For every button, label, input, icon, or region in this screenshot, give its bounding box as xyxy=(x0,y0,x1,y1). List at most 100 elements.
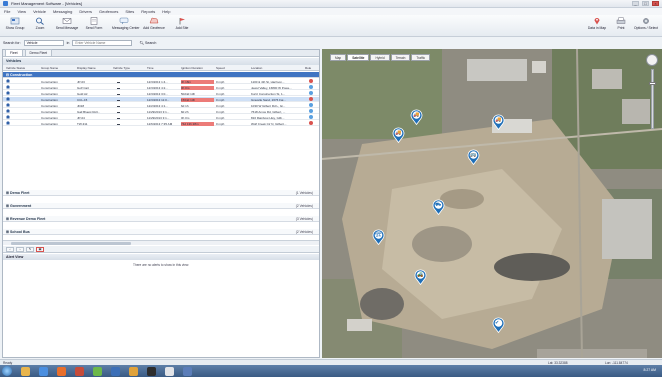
menu-reports[interactable]: Reports xyxy=(141,9,155,14)
table-row[interactable]: Construction JP-04 ▬ 11/29/2013 3:1... 0h 0m… xyxy=(3,115,319,120)
zoom-slider-knob[interactable] xyxy=(648,82,656,85)
close-button[interactable]: × xyxy=(652,1,659,6)
vehicle-marker-truck-icon[interactable]: 🚚 xyxy=(492,114,505,131)
edit-button[interactable]: ✎ xyxy=(26,246,34,252)
scrollbar-thumb[interactable] xyxy=(11,242,131,245)
group-school-bus[interactable]: ⊞ School Bus (2 Vehicles) xyxy=(3,229,319,235)
group-demo-fleet[interactable]: ⊞ Demo Fleet (1 Vehicles) xyxy=(3,190,319,196)
col-vehicle-type[interactable]: Vehicle Type xyxy=(113,66,130,70)
add-geofence-button[interactable]: Add Geofence xyxy=(142,17,166,35)
role-icon xyxy=(309,91,313,95)
menu-sites[interactable]: Sites xyxy=(125,9,134,14)
next-button[interactable]: › xyxy=(16,246,24,252)
zoom-slider[interactable] xyxy=(648,69,656,129)
maximize-button[interactable]: □ xyxy=(642,1,649,6)
cell-group: Construction xyxy=(41,91,58,96)
taskbar-ie-icon[interactable] xyxy=(39,366,48,376)
col-time[interactable]: Time xyxy=(147,66,154,70)
vehicle-status-icon xyxy=(6,97,10,101)
print-button[interactable]: Print xyxy=(609,17,633,35)
role-icon xyxy=(309,115,313,119)
vehicle-marker-truck-icon[interactable]: 🚚 xyxy=(410,109,423,126)
col-display-name[interactable]: Display Name xyxy=(77,66,96,70)
group-revenue-demo-fleet[interactable]: ⊞ Revenue Demo Fleet (3 Vehicles) xyxy=(3,216,319,222)
cell-type: ▬ xyxy=(117,91,120,96)
pan-control[interactable] xyxy=(646,54,658,66)
data-in-map-button[interactable]: Data in Map xyxy=(585,17,609,35)
cell-type: ▬ xyxy=(117,79,120,84)
chat-icon xyxy=(119,17,129,25)
vehicle-status-icon xyxy=(6,85,10,89)
vehicle-marker-bus-icon[interactable]: 🚌 xyxy=(467,149,480,166)
taskbar-word-icon[interactable] xyxy=(111,366,120,376)
col-vehicle-status[interactable]: Vehicle Status xyxy=(6,66,25,70)
send-form-button[interactable]: Send Form xyxy=(82,17,106,35)
vehicle-status-icon xyxy=(6,91,10,95)
options-button[interactable]: Options / Select xyxy=(634,17,658,35)
menu-geofences[interactable]: Geofences xyxy=(99,9,118,14)
search-type-select[interactable]: Vehicle xyxy=(23,39,64,46)
taskbar-media-icon[interactable] xyxy=(57,366,66,376)
map-tab-traffic[interactable]: Traffic xyxy=(411,54,431,61)
menu-file[interactable]: File xyxy=(4,9,10,14)
taskbar-folder-icon[interactable] xyxy=(21,366,30,376)
flag-button[interactable]: ▣ xyxy=(36,246,44,252)
menu-vehicle[interactable]: Vehicle xyxy=(33,9,46,14)
cell-dur: 3h 18m xyxy=(181,79,214,84)
vehicle-marker-check-icon[interactable]: ✔ xyxy=(492,317,505,334)
vehicle-marker-roller-icon[interactable]: ⛟ xyxy=(432,199,445,216)
table-row[interactable]: Construction Gold Air ▬ 12/3/2013 3:0... 502… xyxy=(3,91,319,96)
role-icon xyxy=(309,85,313,89)
table-row[interactable]: Construction Golf Cart ▬ 12/3/2013 4:2... 0h… xyxy=(3,85,319,90)
vehicle-marker-dumptruck-icon[interactable]: 🚜 xyxy=(414,269,427,286)
taskbar-app3-icon[interactable] xyxy=(165,366,174,376)
vehicles-header: Vehicles xyxy=(3,58,319,65)
map-view[interactable]: Map Satellite Hybrid Terrain Traffic 🚚 🚚 🚚… xyxy=(322,49,662,358)
col-group-name[interactable]: Group Name xyxy=(41,66,58,70)
cell-name: JP-04 xyxy=(77,115,85,120)
taskbar-app-icon[interactable] xyxy=(75,366,84,376)
table-row[interactable]: Construction Gail Bluest Roll... ▬ 11/29/20… xyxy=(3,109,319,114)
start-button[interactable] xyxy=(2,366,12,376)
vehicle-marker-crane-icon[interactable]: 🏗 xyxy=(372,229,385,246)
table-row[interactable]: Construction JP-03 ▬ 12/3/2013 1:4... 3h 18m… xyxy=(3,79,319,84)
cell-loc: 1030 W Gilbert Rd L, Gi... xyxy=(251,103,286,108)
col-ignition-duration[interactable]: Ignition Duration xyxy=(181,66,203,70)
map-tab-satellite[interactable]: Satellite xyxy=(347,54,370,61)
group-construction[interactable]: ⊟ Construction xyxy=(3,72,319,78)
minimize-button[interactable]: _ xyxy=(632,1,639,6)
search-button[interactable]: 🔍︎ Search xyxy=(139,41,156,45)
table-row[interactable]: Construction CCL-15 ▬ 12/3/2013 11:0... 1564… xyxy=(3,97,319,102)
horizontal-scrollbar[interactable] xyxy=(3,240,319,245)
vehicle-marker-truck-icon[interactable]: 🚚 xyxy=(392,127,405,144)
cell-loc: Gravelle Sand, 2676 Fai... xyxy=(251,97,286,102)
taskbar-excel-icon[interactable] xyxy=(93,366,102,376)
col-role[interactable]: Role xyxy=(305,66,311,70)
taskbar-fleet-icon[interactable] xyxy=(183,366,192,376)
tab-fleet[interactable]: Fleet xyxy=(5,49,23,56)
menu-view[interactable]: View xyxy=(17,9,26,14)
zoom-button[interactable]: Zoom xyxy=(28,17,52,35)
table-row[interactable]: Construction TW-311 ▬ 12/6/2013 7:35 AM 74d … xyxy=(3,121,319,126)
add-site-button[interactable]: Add Site xyxy=(170,17,194,35)
search-input[interactable] xyxy=(72,39,133,46)
taskbar-app2-icon[interactable] xyxy=(147,366,156,376)
tab-demo-fleet[interactable]: Demo Fleet xyxy=(24,49,53,56)
map-tab-terrain[interactable]: Terrain xyxy=(390,54,411,61)
taskbar-paint-icon[interactable] xyxy=(129,366,138,376)
map-tab-hybrid[interactable]: Hybrid xyxy=(370,54,390,61)
satellite-map[interactable] xyxy=(322,49,662,358)
menu-help[interactable]: Help xyxy=(162,9,170,14)
show-group-button[interactable]: Show Group xyxy=(3,17,27,35)
messaging-center-button[interactable]: Messaging Center xyxy=(112,17,140,35)
table-row[interactable]: Construction JD18 ▬ 12/2/2013 4:1... 6d 1h 0 … xyxy=(3,103,319,108)
menu-messaging[interactable]: Messaging xyxy=(53,9,72,14)
cell-dur: 8d 2h xyxy=(181,109,189,114)
send-message-button[interactable]: Send Message xyxy=(55,17,79,35)
prev-button[interactable]: ‹ xyxy=(6,246,14,252)
col-speed[interactable]: Speed xyxy=(216,66,225,70)
menu-drivers[interactable]: Drivers xyxy=(79,9,92,14)
group-government[interactable]: ⊞ Government (2 Vehicles) xyxy=(3,203,319,209)
map-tab-map[interactable]: Map xyxy=(330,54,347,61)
col-location[interactable]: Location xyxy=(251,66,262,70)
